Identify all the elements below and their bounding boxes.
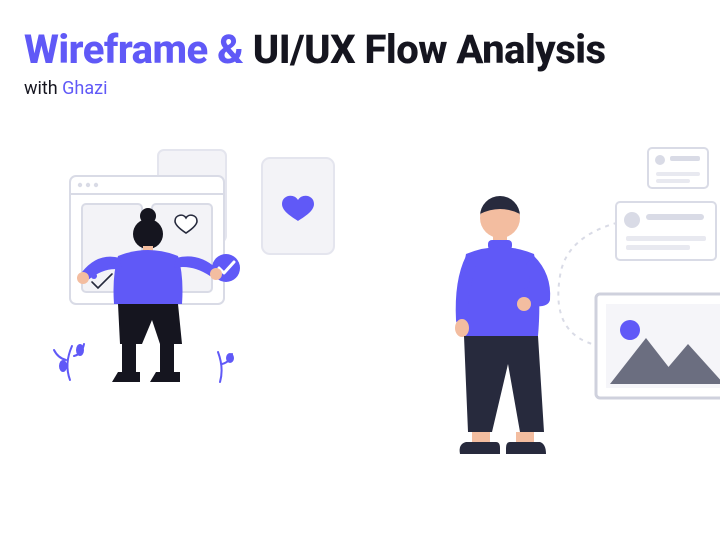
sun-icon [620, 320, 640, 340]
illustration-scene [0, 0, 720, 540]
image-placeholder-card [596, 294, 720, 398]
illustration-designer [54, 150, 240, 382]
wireframe-stack [558, 148, 720, 398]
card-favorite [262, 158, 334, 254]
illustration-person [455, 196, 550, 454]
